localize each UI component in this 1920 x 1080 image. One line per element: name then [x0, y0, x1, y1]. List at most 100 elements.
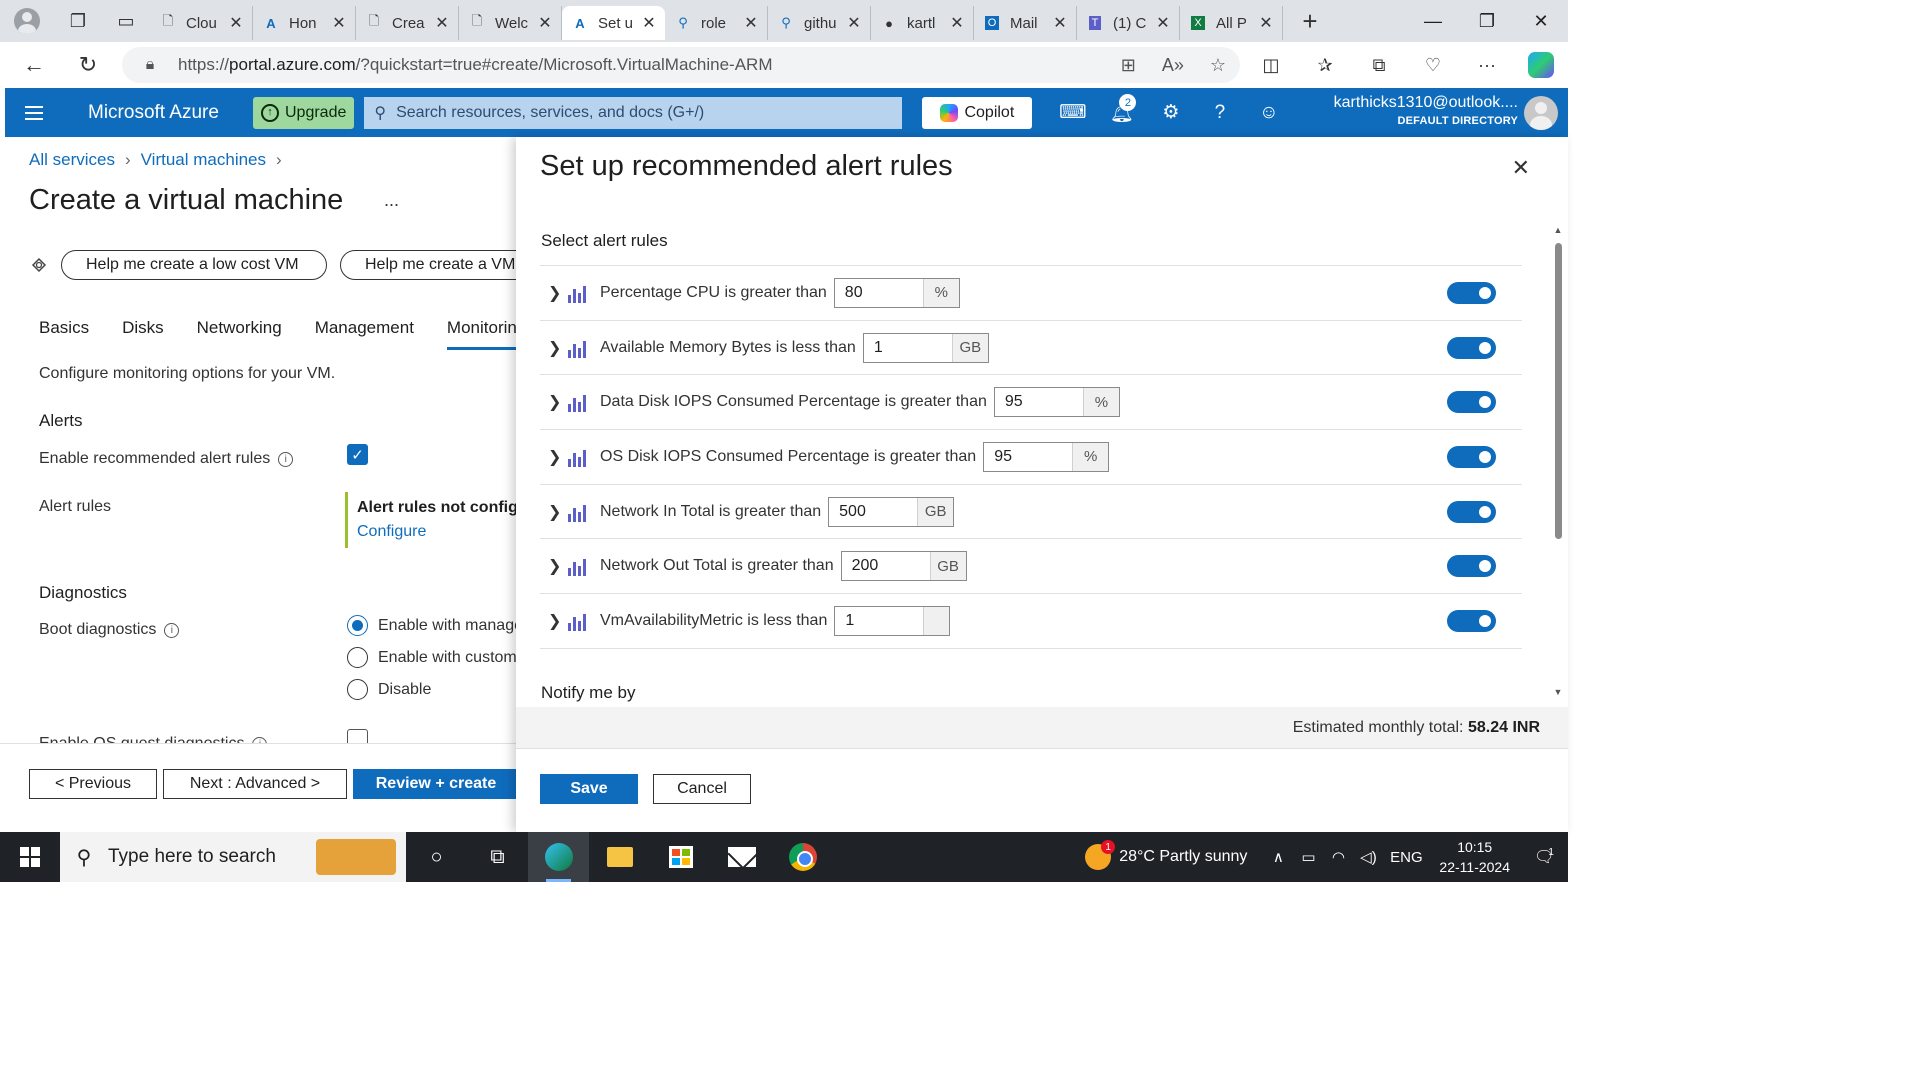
help-icon[interactable]: ? — [1195, 88, 1244, 137]
previous-button[interactable]: < Previous — [29, 769, 157, 799]
alert-rule-toggle[interactable] — [1447, 500, 1496, 523]
close-tab-icon[interactable]: ✕ — [743, 13, 759, 33]
clock[interactable]: 10:15 22-11-2024 — [1439, 837, 1510, 877]
threshold-input[interactable]: 95% — [983, 441, 1110, 472]
read-aloud-icon[interactable]: A» — [1162, 55, 1184, 76]
review-create-button[interactable]: Review + create — [353, 769, 516, 799]
boot-diag-managed-radio[interactable]: Enable with managed storage account (rec… — [347, 615, 516, 636]
account-menu[interactable]: karthicks1310@outlook.... DEFAULT DIRECT… — [1334, 94, 1518, 127]
scroll-up-icon[interactable]: ▲ — [1552, 225, 1564, 235]
expand-chevron-icon[interactable]: ❯ — [540, 611, 568, 631]
threshold-value[interactable]: 500 — [829, 498, 917, 526]
browser-tab[interactable]: T (1) C ✕ — [1077, 6, 1180, 40]
threshold-value[interactable]: 95 — [984, 443, 1072, 471]
start-button[interactable] — [0, 832, 60, 882]
wifi-icon[interactable]: ◠ — [1323, 848, 1353, 866]
file-explorer-taskbar-icon[interactable] — [589, 832, 650, 882]
alert-rule-toggle[interactable] — [1447, 391, 1496, 414]
blade-scrollbar[interactable]: ▲ ▼ — [1552, 225, 1564, 697]
minimize-icon[interactable]: — — [1406, 0, 1460, 42]
expand-chevron-icon[interactable]: ❯ — [540, 556, 568, 576]
url-field[interactable]: 🔒︎ https://portal.azure.com/?quickstart=… — [122, 47, 1240, 83]
scroll-down-icon[interactable]: ▼ — [1552, 687, 1564, 697]
close-tab-icon[interactable]: ✕ — [846, 13, 862, 33]
boot-diag-custom-radio[interactable]: Enable with custom storage account — [347, 647, 516, 668]
expand-chevron-icon[interactable]: ❯ — [540, 392, 568, 412]
tab-basics[interactable]: Basics — [39, 318, 89, 350]
close-icon[interactable]: ✕ — [1512, 155, 1530, 181]
enable-alerts-checkbox[interactable]: ✓ — [347, 444, 368, 465]
notifications-bell-icon[interactable]: 🔔︎ 2 — [1097, 88, 1146, 137]
next-advanced-button[interactable]: Next : Advanced > — [163, 769, 347, 799]
alert-rule-toggle[interactable] — [1447, 336, 1496, 359]
battery-icon[interactable]: ▭ — [1293, 848, 1323, 866]
close-tab-icon[interactable]: ✕ — [641, 13, 657, 33]
threshold-input[interactable]: 80% — [833, 277, 960, 308]
collections-icon[interactable]: ⧉ — [1352, 55, 1406, 76]
save-button[interactable]: Save — [540, 774, 638, 804]
browser-tab[interactable]: A Set u ✕ — [562, 6, 665, 40]
help-low-cost-vm-button[interactable]: Help me create a low cost VM — [61, 250, 327, 280]
store-taskbar-icon[interactable] — [650, 832, 711, 882]
notification-center-icon[interactable]: 🗨︎ 1 — [1520, 847, 1568, 867]
browser-tab[interactable]: X All P ✕ — [1180, 6, 1283, 40]
browser-tab[interactable]: O Mail ✕ — [974, 6, 1077, 40]
apps-icon[interactable]: ⊞ — [1121, 55, 1136, 76]
settings-gear-icon[interactable]: ⚙ — [1146, 88, 1195, 137]
cortana-icon[interactable]: ○ — [406, 832, 467, 882]
feedback-icon[interactable]: ☺ — [1244, 88, 1293, 137]
task-view-icon[interactable]: ⧉ — [467, 832, 528, 882]
browser-tab[interactable]: A Hon ✕ — [253, 6, 356, 40]
portal-menu-icon[interactable] — [5, 111, 63, 114]
breadcrumb-virtual-machines[interactable]: Virtual machines — [141, 150, 266, 170]
tab-actions-icon[interactable]: ▭ — [102, 0, 150, 42]
restore-icon[interactable]: ❐ — [1460, 0, 1514, 42]
profile-button[interactable] — [0, 0, 54, 42]
expand-chevron-icon[interactable]: ❯ — [540, 502, 568, 522]
close-tab-icon[interactable]: ✕ — [537, 13, 553, 33]
close-tab-icon[interactable]: ✕ — [331, 13, 347, 33]
browser-tab[interactable]: 🗋︎ Crea ✕ — [356, 6, 459, 40]
refresh-icon[interactable]: ↻ — [61, 42, 115, 88]
browser-tab[interactable]: ⚲ githu ✕ — [768, 6, 871, 40]
mail-taskbar-icon[interactable] — [711, 832, 772, 882]
alert-rule-toggle[interactable] — [1447, 446, 1496, 469]
threshold-value[interactable]: 200 — [842, 552, 930, 580]
copilot-button[interactable]: Copilot — [922, 96, 1033, 129]
boot-diag-disable-radio[interactable]: Disable — [347, 679, 431, 700]
more-menu-icon[interactable]: ··· — [1460, 55, 1514, 76]
favorite-star-icon[interactable]: ☆ — [1210, 55, 1226, 76]
threshold-input[interactable]: 95% — [993, 387, 1120, 418]
back-icon[interactable]: ← — [7, 42, 61, 88]
copilot-sidebar-icon[interactable] — [1528, 52, 1554, 78]
scrollbar-thumb[interactable] — [1555, 243, 1562, 539]
more-options-button[interactable]: ... — [384, 190, 399, 211]
threshold-value[interactable]: 95 — [995, 388, 1083, 416]
threshold-value[interactable]: 1 — [835, 607, 923, 635]
alert-rule-toggle[interactable] — [1447, 282, 1496, 304]
threshold-value[interactable]: 1 — [864, 334, 952, 362]
expand-chevron-icon[interactable]: ❯ — [540, 338, 568, 358]
taskbar-search-input[interactable]: ⚲ Type here to search — [60, 832, 406, 882]
cloud-shell-icon[interactable]: ⌨ — [1048, 88, 1097, 137]
show-hidden-icons-icon[interactable]: ∧ — [1263, 848, 1293, 866]
language-indicator[interactable]: ENG — [1383, 849, 1429, 866]
expand-chevron-icon[interactable]: ❯ — [540, 283, 568, 303]
close-tab-icon[interactable]: ✕ — [949, 13, 965, 33]
close-tab-icon[interactable]: ✕ — [1258, 13, 1274, 33]
edge-taskbar-icon[interactable] — [528, 832, 589, 882]
browser-tab[interactable]: ● kartl ✕ — [871, 6, 974, 40]
browser-tab[interactable]: 🗋︎ Clou ✕ — [150, 6, 253, 40]
close-tab-icon[interactable]: ✕ — [1052, 13, 1068, 33]
lock-icon[interactable]: 🔒︎ — [122, 56, 178, 74]
alert-rule-toggle[interactable] — [1447, 555, 1496, 578]
tab-management[interactable]: Management — [315, 318, 414, 350]
user-avatar-icon[interactable] — [1524, 96, 1558, 130]
close-window-icon[interactable]: ✕ — [1514, 0, 1568, 42]
alert-rule-toggle[interactable] — [1447, 610, 1496, 633]
cancel-button[interactable]: Cancel — [653, 774, 751, 804]
azure-brand[interactable]: Microsoft Azure — [88, 102, 253, 124]
close-tab-icon[interactable]: ✕ — [228, 13, 244, 33]
upgrade-button[interactable]: ↑ Upgrade — [253, 96, 355, 129]
tab-networking[interactable]: Networking — [197, 318, 282, 350]
